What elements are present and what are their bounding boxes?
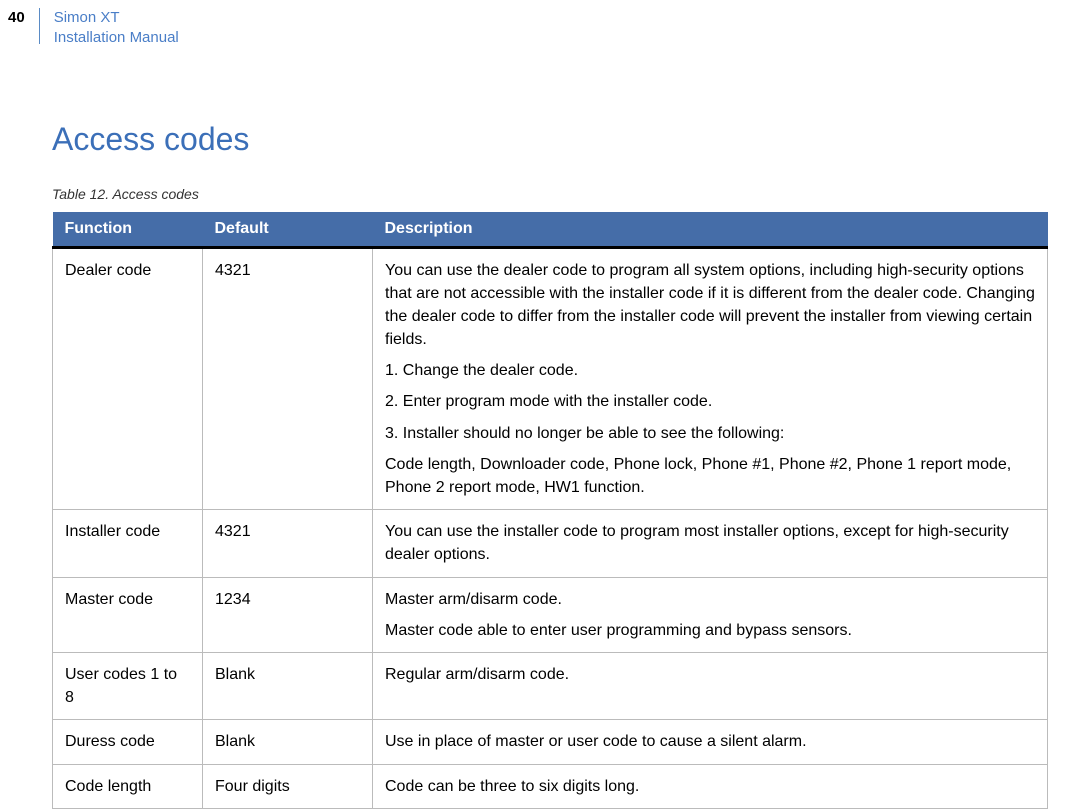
table-row: Master code 1234 Master arm/disarm code.… xyxy=(53,577,1048,652)
desc-line: You can use the dealer code to program a… xyxy=(385,259,1035,352)
table-row: Code length Four digits Code can be thre… xyxy=(53,764,1048,808)
cell-function: Installer code xyxy=(53,510,203,577)
desc-line: Code length, Downloader code, Phone lock… xyxy=(385,453,1035,499)
cell-default: 1234 xyxy=(203,577,373,652)
desc-line: Master arm/disarm code. xyxy=(385,588,1035,611)
cell-description: Use in place of master or user code to c… xyxy=(373,720,1048,764)
table-row: User codes 1 to 8 Blank Regular arm/disa… xyxy=(53,652,1048,719)
desc-line: Master code able to enter user programmi… xyxy=(385,619,1035,642)
cell-function: Master code xyxy=(53,577,203,652)
desc-line: You can use the installer code to progra… xyxy=(385,520,1035,566)
doc-title-line2: Installation Manual xyxy=(54,28,179,48)
cell-default: 4321 xyxy=(203,247,373,510)
table-body: Dealer code 4321 You can use the dealer … xyxy=(53,247,1048,808)
desc-line: 1. Change the dealer code. xyxy=(385,359,1035,382)
table-row: Installer code 4321 You can use the inst… xyxy=(53,510,1048,577)
document-title: Simon XT Installation Manual xyxy=(40,8,179,49)
cell-default: Blank xyxy=(203,720,373,764)
cell-function: Dealer code xyxy=(53,247,203,510)
cell-description: Master arm/disarm code. Master code able… xyxy=(373,577,1048,652)
table-row: Dealer code 4321 You can use the dealer … xyxy=(53,247,1048,510)
section-heading: Access codes xyxy=(52,121,1048,158)
cell-description: You can use the dealer code to program a… xyxy=(373,247,1048,510)
table-header-row: Function Default Description xyxy=(53,212,1048,248)
th-default: Default xyxy=(203,212,373,248)
cell-description: You can use the installer code to progra… xyxy=(373,510,1048,577)
desc-line: 3. Installer should no longer be able to… xyxy=(385,422,1035,445)
cell-description: Regular arm/disarm code. xyxy=(373,652,1048,719)
th-function: Function xyxy=(53,212,203,248)
cell-function: User codes 1 to 8 xyxy=(53,652,203,719)
table-caption: Table 12. Access codes xyxy=(52,186,1048,202)
page-number: 40 xyxy=(0,8,40,44)
access-codes-table: Function Default Description Dealer code… xyxy=(52,212,1048,809)
desc-line: Code can be three to six digits long. xyxy=(385,775,1035,798)
cell-default: 4321 xyxy=(203,510,373,577)
page-content: Access codes Table 12. Access codes Func… xyxy=(0,49,1072,809)
desc-line: Use in place of master or user code to c… xyxy=(385,730,1035,753)
cell-default: Blank xyxy=(203,652,373,719)
cell-function: Code length xyxy=(53,764,203,808)
table-row: Duress code Blank Use in place of master… xyxy=(53,720,1048,764)
cell-default: Four digits xyxy=(203,764,373,808)
desc-line: 2. Enter program mode with the installer… xyxy=(385,390,1035,413)
th-description: Description xyxy=(373,212,1048,248)
desc-line: Regular arm/disarm code. xyxy=(385,663,1035,686)
cell-description: Code can be three to six digits long. xyxy=(373,764,1048,808)
doc-title-line1: Simon XT xyxy=(54,8,179,28)
page-header: 40 Simon XT Installation Manual xyxy=(0,0,1072,49)
cell-function: Duress code xyxy=(53,720,203,764)
